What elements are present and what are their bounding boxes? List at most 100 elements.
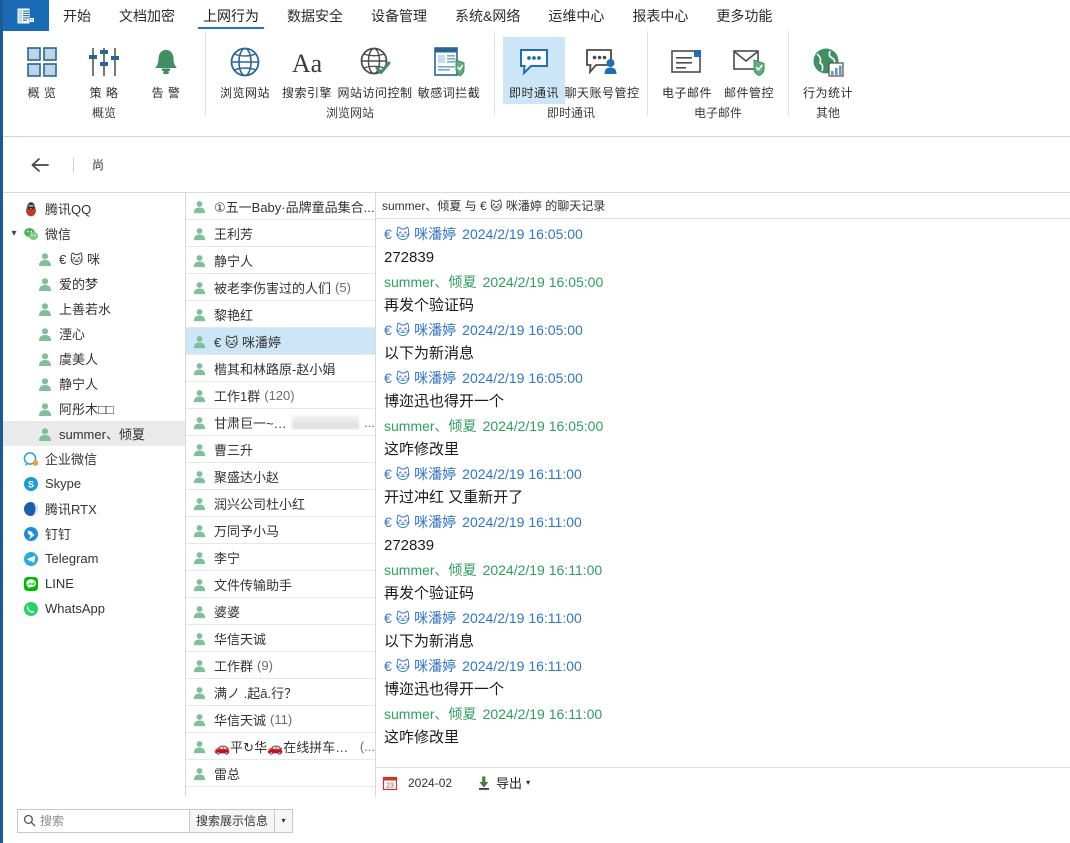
sidebar-item-1[interactable]: ▾ 微信 <box>3 221 185 246</box>
contact-list-item[interactable]: 工作1群 (120) <box>186 382 375 409</box>
chat-message-time: 2024/2/19 16:05:00 <box>482 418 604 434</box>
contact-list-item[interactable]: 万同予小马 <box>186 517 375 544</box>
sidebar-item-14[interactable]: Telegram <box>3 546 185 571</box>
rtx-icon <box>24 501 38 516</box>
ribbon-button-chat-bubble[interactable]: 即时通讯 <box>503 37 565 104</box>
sidebar-item-10[interactable]: 企业微信 <box>3 446 185 471</box>
app-menu-button[interactable] <box>3 0 49 31</box>
ribbon-button-sliders[interactable]: 策 略 <box>73 37 135 104</box>
search-scope-caret-icon[interactable]: ▾ <box>275 808 294 833</box>
chat-footer: 23 2024-02 导出 ▾ <box>376 767 1070 797</box>
contact-list-item[interactable]: 李宁 <box>186 544 375 571</box>
ribbon-button-mail-card[interactable]: 电子邮件 <box>656 37 718 104</box>
ribbon-button-mail-shield[interactable]: 邮件管控 <box>718 37 780 104</box>
contact-list-item[interactable]: 华信天诚 (11) <box>186 706 375 733</box>
chevron-down-icon[interactable]: ▾ <box>7 228 21 239</box>
contact-name: 王利芳 <box>214 226 254 242</box>
sidebar-item-2[interactable]: € 🐱 咪 <box>3 246 185 271</box>
globe-icon <box>229 41 261 83</box>
ribbon-tab-0[interactable]: 开始 <box>49 0 105 31</box>
ribbon-tab-label: 上网行为 <box>203 7 259 24</box>
ribbon-tab-5[interactable]: 系统&网络 <box>441 0 534 31</box>
contact-person-icon <box>193 551 206 564</box>
sidebar-item-7[interactable]: 静宁人 <box>3 371 185 396</box>
ribbon-button-page-shield[interactable]: 敏感词拦截 <box>412 37 486 104</box>
contact-list-item[interactable]: 满ノ .起ā.行？ <box>186 679 375 706</box>
ribbon-tab-3[interactable]: 数据安全 <box>273 0 357 31</box>
contact-list-item[interactable]: 🚗平↻华🚗在线拼车🚗群 (... <box>186 733 375 760</box>
contact-list-item[interactable]: 曹三升 <box>186 436 375 463</box>
whatsapp-icon <box>21 601 41 617</box>
ribbon-tab-2[interactable]: 上网行为 <box>189 0 273 31</box>
sidebar-item-8[interactable]: 阿彤木□□ <box>3 396 185 421</box>
sidebar-item-label: Skype <box>45 476 82 491</box>
contact-list-item[interactable]: 婆婆 <box>186 598 375 625</box>
ribbon-button-label: 即时通讯 <box>508 86 559 100</box>
mail-shield-icon <box>733 50 765 76</box>
sidebar-item-4[interactable]: 上善若水 <box>3 296 185 321</box>
ribbon-button-globe-check[interactable]: 网站访问控制 <box>338 37 412 104</box>
contact-list-item[interactable]: 聚盛达小赵 <box>186 463 375 490</box>
contact-list-item[interactable]: 华信天诚 <box>186 625 375 652</box>
chat-message-sender: € 🐱 咪潘婷 <box>384 322 457 338</box>
ribbon-tab-6[interactable]: 运维中心 <box>534 0 618 31</box>
contact-list-item[interactable]: 黎艳红 <box>186 301 375 328</box>
sidebar-item-6[interactable]: 虞美人 <box>3 346 185 371</box>
ribbon-button-globe-stats[interactable]: 行为统计 <box>797 37 859 104</box>
export-button[interactable]: 导出 ▾ <box>476 773 530 792</box>
sidebar-item-11[interactable]: S Skype <box>3 471 185 496</box>
ribbon-button-chat-user[interactable]: 聊天账号管控 <box>565 37 639 104</box>
contact-list-item[interactable]: 王利芳 <box>186 220 375 247</box>
contact-member-count: ... <box>364 414 375 430</box>
sidebar-item-9[interactable]: summer、倾夏 <box>3 421 185 446</box>
sidebar-item-12[interactable]: 腾讯RTX <box>3 496 185 521</box>
contact-list-item[interactable]: 工作群 (9) <box>186 652 375 679</box>
contact-list-item[interactable]: 楷其和林路原-赵小娟 <box>186 355 375 382</box>
sidebar-item-3[interactable]: 爱的梦 <box>3 271 185 296</box>
sidebar-item-13[interactable]: 钉钉 <box>3 521 185 546</box>
qq-penguin-icon <box>26 201 36 216</box>
ribbon-group-label: 电子邮件 <box>693 106 742 120</box>
ribbon-button-grid-tiles[interactable]: 概 览 <box>11 37 73 104</box>
chat-message-sender: € 🐱 咪潘婷 <box>384 610 457 626</box>
contact-list-item[interactable]: 静宁人 <box>186 247 375 274</box>
wework-icon <box>23 451 39 466</box>
ribbon-tab-label: 运维中心 <box>548 7 605 24</box>
redacted-text <box>292 415 360 429</box>
globe-stats-icon <box>813 48 844 77</box>
sidebar-item-0[interactable]: 腾讯QQ <box>3 196 185 221</box>
contact-list-item[interactable]: 甘肃巨一~小爹... <box>186 409 375 436</box>
sidebar-item-15[interactable]: LINE LINE <box>3 571 185 596</box>
contact-list-item[interactable]: 雷总 <box>186 760 375 787</box>
ribbon-group-items: 浏览网站 Aa 搜索引擎 网站访问控制 敏感词拦截 <box>206 31 494 104</box>
ribbon-tab-8[interactable]: 更多功能 <box>702 0 786 31</box>
contact-list-item[interactable]: ①五一Baby·品牌童品集合... <box>186 193 375 220</box>
ribbon-button-bell[interactable]: 告 警 <box>135 37 197 104</box>
sidebar-item-16[interactable]: WhatsApp <box>3 596 185 621</box>
chat-message-log[interactable]: € 🐱 咪潘婷 2024/2/19 16:05:00 272839 summer、倾夏… <box>376 219 1070 767</box>
contact-person-icon <box>193 686 206 699</box>
contact-list-item[interactable]: 润兴公司杜小红 <box>186 490 375 517</box>
contact-name: 楷其和林路原-赵小娟 <box>214 361 336 377</box>
contact-name: 华信天诚 <box>214 631 267 647</box>
contact-list-item[interactable]: 被老李伤害过的人们 (5) <box>186 274 375 301</box>
ribbon-tab-7[interactable]: 报表中心 <box>618 0 702 31</box>
chat-date-label: 2024-02 <box>408 775 453 790</box>
search-scope-button[interactable]: 搜索展示信息 <box>189 808 276 833</box>
chat-message-text: 以下为新消息 <box>384 633 475 650</box>
ribbon-button-globe[interactable]: 浏览网站 <box>214 37 276 104</box>
contact-list-item[interactable]: 文件传输助手 <box>186 571 375 598</box>
ribbon-tab-4[interactable]: 设备管理 <box>357 0 441 31</box>
chat-message-meta: summer、倾夏 2024/2/19 16:11:00 <box>380 702 1070 726</box>
search-input[interactable]: 搜索 <box>17 808 189 833</box>
chat-user-icon <box>585 41 619 83</box>
contact-list-item[interactable]: € 🐱 咪潘婷 <box>186 328 375 355</box>
ribbon-button-text-aa[interactable]: Aa 搜索引擎 <box>276 37 338 104</box>
sidebar-item-5[interactable]: 湮心 <box>3 321 185 346</box>
ribbon-tab-1[interactable]: 文档加密 <box>105 0 189 31</box>
back-button[interactable] <box>25 150 55 180</box>
calendar-23-icon[interactable]: 23 <box>382 775 398 791</box>
ribbon-group-items: 概 览 策 略 告 警 <box>3 31 205 104</box>
contact-person-icon <box>39 277 51 291</box>
contact-person-icon <box>193 632 206 645</box>
